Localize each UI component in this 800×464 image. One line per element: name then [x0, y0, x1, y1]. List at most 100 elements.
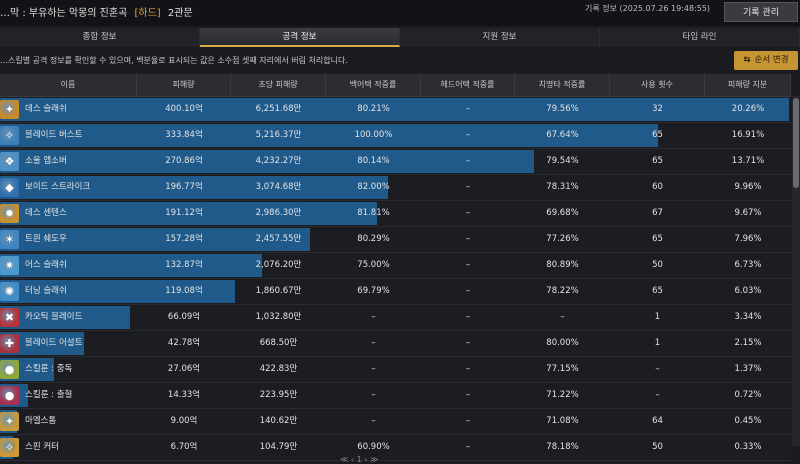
uses-cell: 50 — [652, 442, 663, 452]
tab-support[interactable]: 지원 정보 — [400, 28, 600, 47]
col-share[interactable]: 피해량 지분 — [705, 74, 791, 96]
head-attack-cell: – — [465, 338, 471, 348]
table-row[interactable]: ✦ 데스 슬래쉬 400.10억 6,251.68만 80.21% – 79.56% 32 20… — [0, 97, 791, 123]
notice-text: …스킬별 공격 정보를 확인할 수 있으며, 백분율로 표시되는 값은 소수점 … — [0, 56, 348, 65]
head-attack-cell: – — [465, 286, 471, 296]
soul-icon: ❖ — [0, 152, 19, 171]
table-row[interactable]: ● 스킬룬 : 중독 27.06억 422.83만 – – 77.15% – 1.37% — [0, 357, 791, 383]
share-cell: 20.26% — [731, 104, 765, 114]
poison-rune-icon: ● — [0, 360, 19, 379]
back-attack-cell: – — [371, 390, 376, 400]
table-row[interactable]: ✧ 블레이드 버스트 333.84억 5,216.37만 100.00% – 67.64% 6… — [0, 123, 791, 149]
skill-name-cell: ● 스킬룬 : 중독 — [0, 357, 137, 382]
table-row[interactable]: ✦ 마엘스톰 9.00억 140.62만 – – 71.08% 64 0.45% — [0, 409, 791, 435]
table-row[interactable]: ❖ 소울 앱소버 270.86억 4,232.27만 80.14% – 79.54% 65 13… — [0, 149, 791, 175]
skill-name-cell: ● 스킬룬 : 출혈 — [0, 383, 137, 408]
skill-name-cell: ✺ 터닝 슬래쉬 — [0, 279, 137, 304]
table-row[interactable]: ✧ 스핀 커터 6.70억 104.79만 60.90% – 78.18% 50 0.33% — [0, 435, 791, 461]
assault-icon: ✚ — [0, 334, 19, 353]
record-manage-button[interactable]: 기록 관리 — [724, 2, 798, 22]
dps-cell: 2,076.20만 — [255, 260, 302, 270]
tab-timeline[interactable]: 타임 라인 — [600, 28, 800, 47]
dps-cell: 2,986.30만 — [255, 208, 302, 218]
col-uses[interactable]: 사용 횟수 — [610, 74, 705, 96]
dps-cell: 5,216.37만 — [255, 130, 302, 140]
crit-cell: 71.08% — [546, 416, 579, 426]
head-attack-cell: – — [465, 364, 471, 374]
crit-cell: 67.64% — [546, 130, 579, 140]
col-head-attack[interactable]: 헤드어택 적중률 — [421, 74, 515, 96]
damage-cell: 14.33억 — [167, 390, 201, 400]
back-attack-cell: 81.81% — [357, 208, 390, 218]
col-back-attack[interactable]: 백어택 적중률 — [326, 74, 421, 96]
top-bar: …막 : 부유하는 악몽의 진혼곡 [하드] 2관문 기록 정보 (2025.0… — [0, 0, 800, 26]
uses-cell: – — [655, 364, 660, 374]
table-row[interactable]: ✹ 데스 센텐스 191.12억 2,986.30만 81.81% – 69.68% 67 9.… — [0, 201, 791, 227]
damage-cell: 132.87억 — [165, 260, 203, 270]
raid-title: …막 : 부유하는 악몽의 진혼곡 [하드] 2관문 — [0, 4, 193, 19]
uses-cell: 32 — [652, 104, 663, 114]
back-attack-cell: 69.79% — [357, 286, 390, 296]
skill-name: 어스 슬래쉬 — [25, 260, 67, 270]
skill-name: 스킬룬 : 중독 — [25, 364, 73, 374]
damage-cell: 191.12억 — [165, 208, 203, 218]
skill-name-cell: ✚ 블레이드 어설트 — [0, 331, 137, 356]
skill-name: 터닝 슬래쉬 — [25, 286, 67, 296]
share-cell: 13.71% — [731, 156, 765, 166]
skill-name-cell: ✷ 어스 슬래쉬 — [0, 253, 137, 278]
uses-cell: 1 — [654, 338, 661, 348]
crit-cell: 77.15% — [546, 364, 579, 374]
col-crit[interactable]: 치명타 적중률 — [515, 74, 610, 96]
table-row[interactable]: ◆ 보이드 스트라이크 196.77억 3,074.68만 82.00% – 78.31% 6… — [0, 175, 791, 201]
table-row[interactable]: ✷ 어스 슬래쉬 132.87억 2,076.20만 75.00% – 80.89% 50 6.… — [0, 253, 791, 279]
skill-name-cell: ✦ 데스 슬래쉬 — [0, 97, 137, 122]
swap-icon: ⇆ — [743, 55, 751, 65]
crit-cell: 80.00% — [546, 338, 579, 348]
table-row[interactable]: ● 스킬룬 : 출혈 14.33억 223.95만 – – 71.22% – 0.72% — [0, 383, 791, 409]
damage-cell: 400.10억 — [165, 104, 203, 114]
skill-name: 보이드 스트라이크 — [25, 182, 91, 192]
dps-cell: 1,032.80만 — [255, 312, 302, 322]
back-attack-cell: 80.29% — [357, 234, 390, 244]
table-row[interactable]: ✺ 터닝 슬래쉬 119.08억 1,860.67만 69.79% – 78.22% 65 6.… — [0, 279, 791, 305]
share-cell: 6.03% — [734, 286, 762, 296]
crit-cell: 77.26% — [546, 234, 579, 244]
table-row[interactable]: ✚ 블레이드 어설트 42.78억 668.50만 – – 80.00% 1 2.15% — [0, 331, 791, 357]
void-icon: ◆ — [0, 178, 19, 197]
crit-cell: 80.89% — [546, 260, 579, 270]
table-row[interactable]: ✶ 트윈 쉐도우 157.28억 2,457.55만 80.29% – 77.26% 65 7.… — [0, 227, 791, 253]
back-attack-cell: 82.00% — [357, 182, 390, 192]
tab-summary[interactable]: 종합 정보 — [0, 28, 200, 47]
col-damage[interactable]: 피해량 — [137, 74, 231, 96]
damage-cell: 6.70억 — [170, 442, 198, 452]
head-attack-cell: – — [465, 312, 471, 322]
crit-cell: 69.68% — [546, 208, 579, 218]
head-attack-cell: – — [465, 182, 471, 192]
head-attack-cell: – — [465, 442, 471, 452]
skill-name: 마엘스톰 — [25, 416, 57, 426]
back-attack-cell: 75.00% — [357, 260, 390, 270]
col-name[interactable]: 이름 — [0, 74, 137, 96]
back-attack-cell: 80.14% — [357, 156, 390, 166]
uses-cell: 50 — [652, 260, 663, 270]
skill-name-cell: ✧ 스핀 커터 — [0, 435, 137, 460]
skill-name: 스킬룬 : 출혈 — [25, 390, 73, 400]
head-attack-cell: – — [465, 208, 471, 218]
head-attack-cell: – — [465, 260, 471, 270]
tab-bar: 종합 정보 공격 정보 지원 정보 타임 라인 — [0, 28, 800, 47]
skill-name: 스핀 커터 — [25, 442, 59, 452]
col-dps[interactable]: 초당 피해량 — [231, 74, 326, 96]
skill-name-cell: ❖ 소울 앱소버 — [0, 149, 137, 174]
skill-name-cell: ✹ 데스 센텐스 — [0, 201, 137, 226]
skill-name: 블레이드 어설트 — [25, 338, 83, 348]
earth-icon: ✷ — [0, 256, 19, 275]
table-row[interactable]: ✖ 카오틱 블레이드 66.09억 1,032.80만 – – – 1 3.34% — [0, 305, 791, 331]
order-change-button[interactable]: ⇆ 순서 변경 — [734, 51, 798, 70]
tab-attack[interactable]: 공격 정보 — [200, 28, 400, 47]
crit-cell: 79.56% — [546, 104, 579, 114]
scrollbar[interactable] — [792, 96, 800, 446]
maelstrom-icon: ✦ — [0, 412, 19, 431]
scrollbar-thumb[interactable] — [793, 98, 799, 188]
skill-name-cell: ✦ 마엘스톰 — [0, 409, 137, 434]
skill-name: 블레이드 버스트 — [25, 130, 83, 140]
